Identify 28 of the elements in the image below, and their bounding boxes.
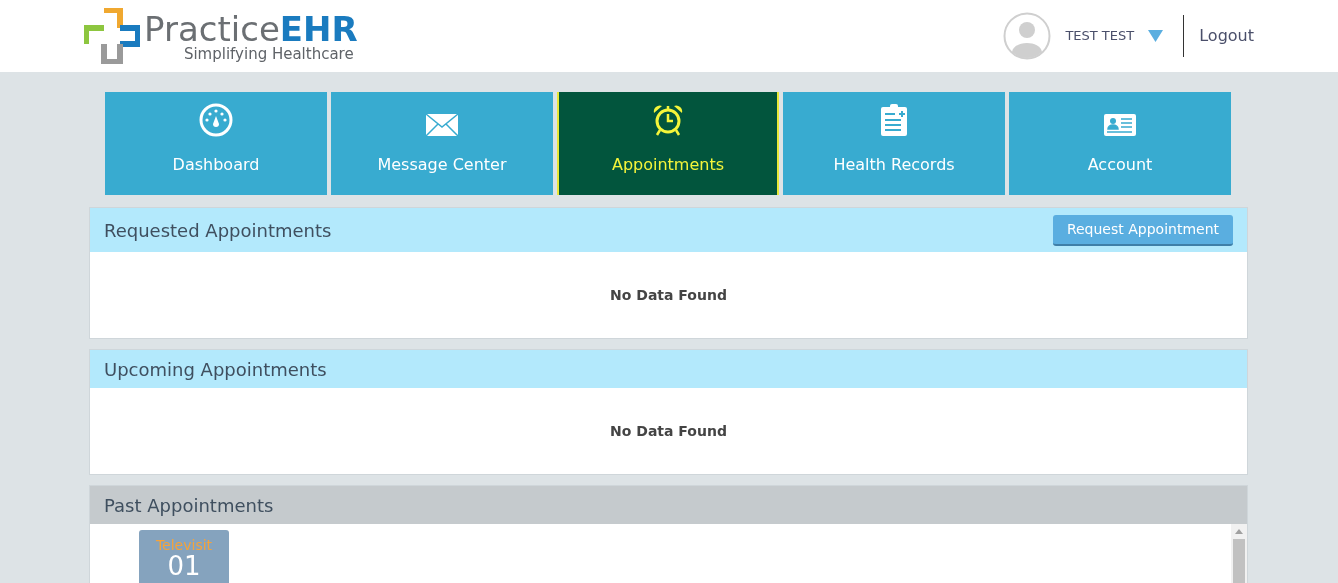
gauge-icon: [199, 103, 233, 137]
request-appointment-button[interactable]: Request Appointment: [1052, 214, 1233, 246]
nav-tile[interactable]: Appointments: [557, 92, 779, 195]
logout-link[interactable]: Logout: [1199, 24, 1254, 48]
user-menu[interactable]: TEST TEST: [1065, 26, 1164, 46]
appointment-date-card[interactable]: Televisit 01: [139, 530, 229, 583]
alarm-clock-icon: [651, 103, 685, 137]
nav-tile[interactable]: Dashboard: [105, 92, 327, 195]
logo-icon: [84, 8, 140, 64]
nav-tile[interactable]: Message Center: [331, 92, 553, 195]
logo-tagline: Simplifying Healthcare: [183, 46, 355, 62]
clipboard-icon: [880, 103, 908, 137]
appointment-day: 01: [167, 553, 201, 579]
avatar-icon[interactable]: [1003, 12, 1052, 60]
dropdown-caret-icon: [1148, 30, 1164, 42]
scrollbar[interactable]: [1231, 524, 1247, 583]
nav-tile[interactable]: Account: [1009, 92, 1231, 195]
nav-tile[interactable]: Health Records: [783, 92, 1005, 195]
scroll-up-icon: [1235, 529, 1243, 534]
panel-title: Requested Appointments: [104, 218, 332, 243]
envelope-icon: [425, 113, 459, 137]
appointment-type: Televisit: [155, 537, 213, 553]
empty-message: No Data Found: [610, 285, 727, 305]
empty-message: No Data Found: [610, 421, 727, 441]
id-card-icon: [1103, 113, 1137, 137]
panel-title: Past Appointments: [104, 493, 274, 518]
panel-title: Upcoming Appointments: [104, 357, 327, 382]
scrollbar-thumb[interactable]: [1233, 539, 1245, 583]
